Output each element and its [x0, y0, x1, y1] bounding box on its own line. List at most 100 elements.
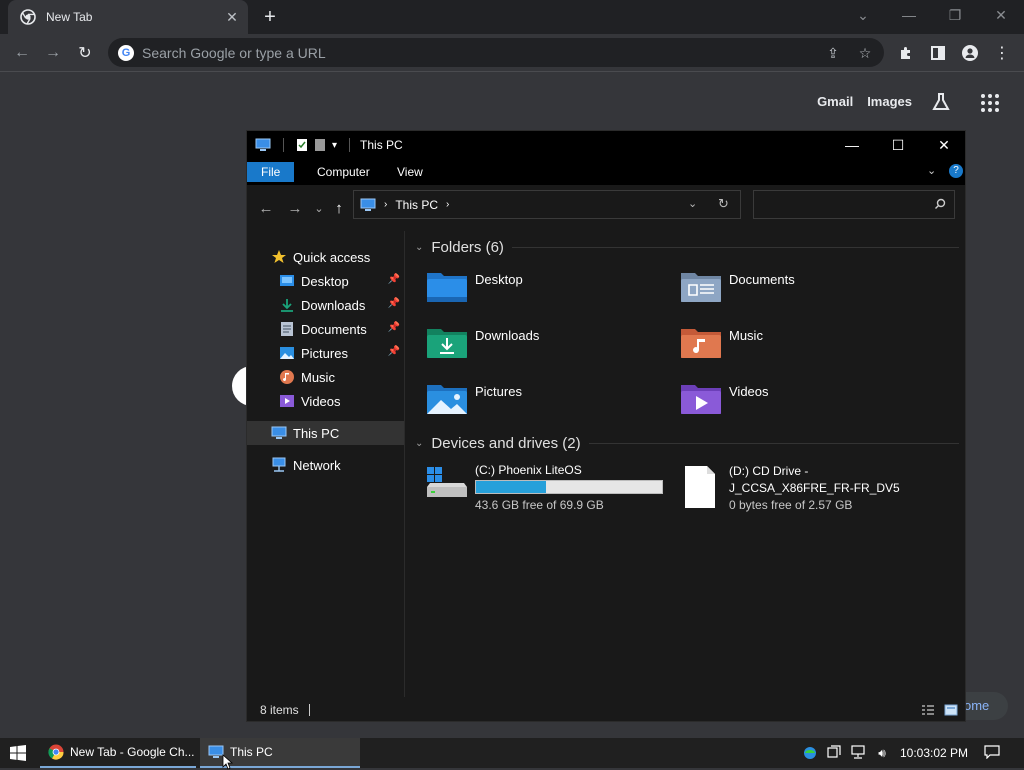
recent-locations-chevron-icon[interactable]: ⌄: [309, 199, 329, 219]
tab-search-icon[interactable]: ⌄: [840, 2, 886, 30]
extensions-icon[interactable]: [893, 40, 919, 66]
breadcrumb-chevron-icon[interactable]: ›: [446, 199, 449, 210]
folder-music[interactable]: Music: [679, 323, 919, 367]
explorer-title: This PC: [360, 138, 403, 152]
documents-folder-icon: [681, 273, 721, 302]
explorer-forward-icon[interactable]: →: [285, 199, 305, 219]
nav-label: This PC: [293, 425, 340, 441]
drives-group-header[interactable]: ⌄ Devices and drives (2): [415, 433, 959, 453]
close-icon[interactable]: ✕: [224, 9, 240, 25]
nav-item-pictures[interactable]: Pictures 📌: [247, 341, 404, 365]
profile-icon[interactable]: [957, 40, 983, 66]
folder-label: Downloads: [475, 328, 540, 343]
tray-app-icon[interactable]: [802, 745, 818, 761]
nav-label: Music: [301, 369, 335, 385]
up-level-icon[interactable]: ↑: [329, 199, 349, 219]
collapse-chevron-icon[interactable]: ⌄: [415, 242, 423, 253]
minimize-button[interactable]: —: [886, 2, 932, 30]
large-icons-view-icon[interactable]: [944, 704, 958, 716]
pin-icon[interactable]: 📌: [388, 298, 400, 309]
reload-icon[interactable]: ↻: [72, 40, 98, 66]
person-icon: [962, 45, 978, 61]
folder-downloads[interactable]: Downloads: [425, 323, 665, 367]
nav-item-videos[interactable]: Videos: [247, 389, 404, 413]
drive-usage-bar: [475, 480, 663, 494]
folder-pictures[interactable]: Pictures: [425, 379, 665, 423]
task-view-icon[interactable]: [826, 745, 842, 761]
pin-icon[interactable]: 📌: [388, 346, 400, 357]
desktop-folder-icon: [280, 275, 294, 286]
explorer-search-input[interactable]: [753, 190, 955, 219]
quick-access-toolbar: ▾: [247, 138, 356, 152]
customize-qa-chevron-icon[interactable]: ▾: [332, 140, 337, 151]
folder-documents[interactable]: Documents: [679, 267, 919, 311]
computer-icon: [271, 426, 287, 439]
apps-grid-icon[interactable]: [980, 93, 1000, 113]
taskbar-item-label: This PC: [230, 745, 273, 759]
explorer-minimize-button[interactable]: —: [829, 131, 875, 159]
tab-file[interactable]: File: [247, 162, 295, 182]
collapse-chevron-icon[interactable]: ⌄: [415, 438, 423, 449]
properties-icon[interactable]: [296, 138, 308, 152]
new-folder-icon[interactable]: [314, 138, 326, 152]
system-clock[interactable]: 10:03:02 PM: [900, 738, 968, 768]
close-window-button[interactable]: ✕: [978, 2, 1024, 30]
address-dropdown-icon[interactable]: ⌄: [688, 197, 697, 210]
back-icon[interactable]: ←: [9, 40, 35, 66]
tab-view[interactable]: View: [383, 162, 437, 182]
details-view-icon[interactable]: [921, 704, 935, 716]
nav-item-desktop[interactable]: Desktop 📌: [247, 269, 404, 293]
explorer-back-icon[interactable]: ←: [256, 199, 276, 219]
tab-computer[interactable]: Computer: [303, 162, 384, 182]
folder-videos[interactable]: Videos: [679, 379, 919, 423]
menu-kebab-icon[interactable]: ⋮: [989, 40, 1015, 66]
pictures-icon: [280, 347, 294, 359]
breadcrumb-chevron-icon[interactable]: ›: [384, 199, 387, 210]
network-status-icon[interactable]: [850, 745, 866, 761]
nav-label: Pictures: [301, 345, 348, 361]
nav-item-downloads[interactable]: Downloads 📌: [247, 293, 404, 317]
nav-item-documents[interactable]: Documents 📌: [247, 317, 404, 341]
nav-label: Videos: [301, 393, 341, 409]
breadcrumb-this-pc[interactable]: This PC: [395, 198, 438, 212]
nav-item-quick-access[interactable]: Quick access: [247, 245, 404, 269]
computer-icon: [360, 198, 376, 211]
chrome-toolbar: ← → ↻ G Search Google or type a URL ⇪ ☆ …: [0, 34, 1024, 72]
explorer-close-button[interactable]: ✕: [921, 131, 967, 159]
address-box[interactable]: › This PC › ⌄ ↻: [353, 190, 741, 219]
drive-free-space: 43.6 GB free of 69.9 GB: [475, 498, 604, 512]
nav-item-music[interactable]: Music: [247, 365, 404, 389]
side-panel-icon[interactable]: [925, 40, 951, 66]
notifications-icon[interactable]: [984, 745, 1000, 761]
omnibox[interactable]: G Search Google or type a URL ⇪ ☆: [108, 38, 884, 67]
pin-icon[interactable]: 📌: [388, 274, 400, 285]
help-icon[interactable]: ?: [949, 164, 963, 178]
forward-icon[interactable]: →: [40, 40, 66, 66]
share-icon[interactable]: ⇪: [824, 44, 842, 62]
folders-group-header[interactable]: ⌄ Folders (6): [415, 237, 959, 257]
taskbar-item-chrome[interactable]: New Tab - Google Ch...: [40, 738, 196, 768]
refresh-icon[interactable]: ↻: [718, 196, 729, 212]
folder-desktop[interactable]: Desktop: [425, 267, 665, 311]
pin-icon[interactable]: 📌: [388, 322, 400, 333]
item-count: 8 items: [260, 703, 299, 717]
volume-icon[interactable]: 🔊︎: [874, 745, 890, 761]
nav-item-this-pc[interactable]: This PC: [247, 421, 404, 445]
group-divider: [588, 442, 959, 444]
images-link[interactable]: Images: [867, 94, 912, 109]
gmail-link[interactable]: Gmail: [817, 94, 853, 109]
expand-ribbon-chevron-icon[interactable]: ⌄: [927, 164, 936, 177]
taskbar: New Tab - Google Ch... This PC 🔊︎ 10:03:…: [0, 738, 1024, 770]
restore-button[interactable]: ❐: [932, 2, 978, 30]
chrome-icon: [48, 744, 64, 760]
title-separator: [283, 138, 284, 152]
tab-new-tab[interactable]: New Tab ✕: [8, 0, 248, 34]
bookmark-star-icon[interactable]: ☆: [856, 44, 874, 62]
explorer-maximize-button[interactable]: ☐: [875, 131, 921, 159]
nav-item-network[interactable]: Network: [247, 453, 404, 477]
start-button[interactable]: [0, 738, 36, 768]
new-tab-button[interactable]: +: [258, 5, 282, 29]
labs-flask-icon[interactable]: [930, 91, 952, 113]
folder-label: Documents: [729, 272, 795, 287]
documents-icon: [281, 322, 293, 336]
